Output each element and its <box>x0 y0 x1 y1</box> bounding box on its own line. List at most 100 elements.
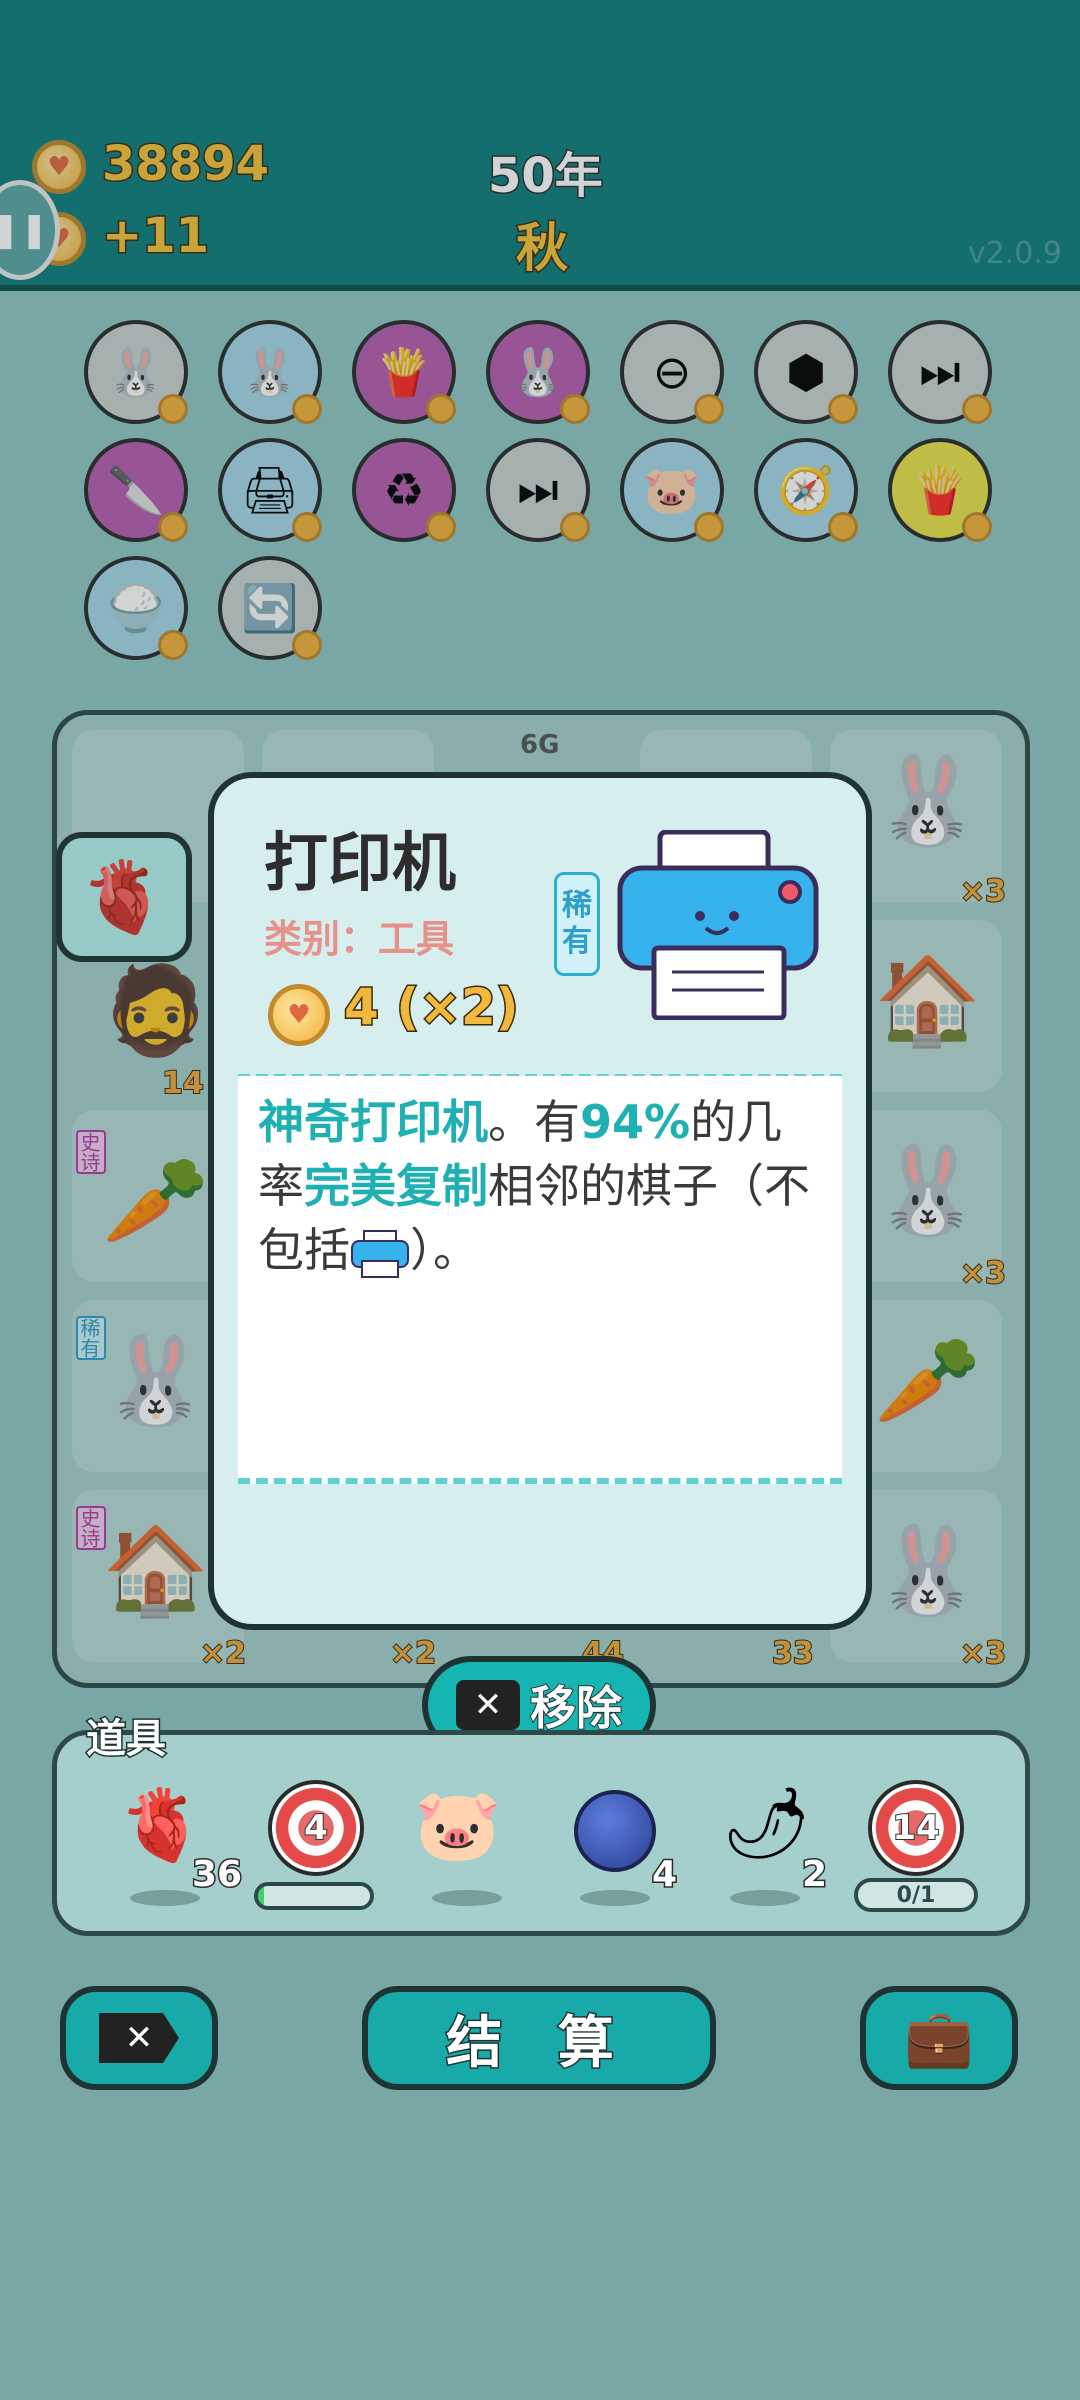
relic-slot[interactable]: 🐷 <box>620 438 724 542</box>
relic-slot[interactable]: 🍚 <box>84 556 188 660</box>
relic-slot[interactable]: 🔄 <box>218 556 322 660</box>
progress-text: 0/1 <box>896 1882 936 1908</box>
selected-liver-card[interactable]: 🫀 <box>56 832 192 962</box>
cost-coin-icon: ♥ <box>268 984 330 1046</box>
relic-slot[interactable]: ⊖ <box>620 320 724 424</box>
skip-button[interactable]: ✕ <box>60 1986 218 2090</box>
rabbit-icon: 🐰 <box>874 1141 982 1241</box>
item-shadow <box>130 1890 200 1906</box>
rarity-char: 稀 <box>562 888 592 923</box>
income-value: +11 <box>100 207 210 266</box>
coin-badge-icon <box>158 512 188 542</box>
item-count: 36 <box>190 1853 243 1897</box>
rarity-tag: 史诗 <box>76 1506 106 1550</box>
relic-slot[interactable]: ⏭ <box>486 438 590 542</box>
item-count: 2 <box>800 1853 828 1897</box>
recycle-icon: ♻ <box>383 463 425 517</box>
target-value: 4 <box>303 1807 329 1849</box>
rabbit-icon: 🐰 <box>102 1331 210 1431</box>
rabbit-icon: 🐰 <box>241 344 299 399</box>
relic-slot[interactable]: ♻ <box>352 438 456 542</box>
cell-count: 14 <box>161 1065 205 1102</box>
relic-slot[interactable]: 🐰 <box>218 320 322 424</box>
coin-badge-icon <box>426 512 456 542</box>
item-shadow <box>580 1890 650 1906</box>
relic-slot[interactable]: ⬢ <box>754 320 858 424</box>
modal-category: 类别：工具 <box>264 917 455 961</box>
coin-badge-icon <box>694 394 724 424</box>
settle-label: 结 算 <box>445 2009 632 2077</box>
year-label: 50年 <box>487 147 605 206</box>
cleaver-icon: 🔪 <box>107 462 165 517</box>
close-tag-icon: ✕ <box>99 2013 179 2063</box>
relic-slot[interactable]: 🐰 <box>486 320 590 424</box>
coin-badge-icon <box>292 630 322 660</box>
butcher-icon: 🧔 <box>102 961 210 1061</box>
progress-bar <box>254 1882 374 1910</box>
coin-badge-icon <box>828 394 858 424</box>
compass-icon: 🧭 <box>777 462 835 517</box>
rarity-badge: 稀 有 <box>554 872 600 976</box>
items-title: 道具 <box>85 1715 168 1764</box>
cell-count: ×3 <box>959 873 1007 910</box>
rabbit-icon: 🐰 <box>509 344 567 399</box>
coin-badge-icon <box>560 512 590 542</box>
pepper-icon[interactable]: 🌶 <box>722 1782 811 1865</box>
coin-badge-icon <box>426 394 456 424</box>
rarity-tag: 史诗 <box>76 1130 106 1174</box>
rarity-tag: 稀有 <box>76 1316 106 1360</box>
relic-slot[interactable]: 🧭 <box>754 438 858 542</box>
progress-pill: 0/1 <box>854 1878 978 1912</box>
desc-highlight: 完美复制 <box>304 1159 488 1213</box>
coin-badge-icon <box>292 394 322 424</box>
cell-count: ×2 <box>389 1635 437 1672</box>
coin-badge-icon <box>560 394 590 424</box>
relic-slot[interactable]: 🖨 <box>218 438 322 542</box>
cubes-icon: ⬢ <box>785 345 827 399</box>
item-shadow <box>432 1890 502 1906</box>
item-shadow <box>730 1890 800 1906</box>
rabbit-icon: 🐰 <box>874 751 982 851</box>
target-icon[interactable]: 14 <box>868 1780 964 1876</box>
coin-total: 38894 <box>101 135 271 194</box>
relic-slot[interactable]: 🔪 <box>84 438 188 542</box>
progress-fill <box>258 1886 264 1906</box>
relic-slot[interactable]: ⏭ <box>888 320 992 424</box>
cell-count: 33 <box>771 1635 815 1672</box>
cell-count: ×3 <box>959 1255 1007 1292</box>
coin-badge-icon <box>158 394 188 424</box>
briefcase-icon: 💼 <box>904 2006 974 2071</box>
coin-badge-icon <box>962 512 992 542</box>
printer-icon <box>350 1229 410 1279</box>
skip-icon: ⏭ <box>517 462 559 516</box>
printer-icon <box>614 829 824 1021</box>
close-icon: ✕ <box>456 1680 520 1730</box>
liver-icon: 🫀 <box>80 855 168 938</box>
remove-label: 移除 <box>529 1680 623 1736</box>
printer-icon: 🖨 <box>240 462 300 517</box>
settle-button[interactable]: 结 算 <box>362 1986 716 2090</box>
rarity-char: 有 <box>562 924 592 959</box>
relic-slot[interactable]: 🍟 <box>352 320 456 424</box>
coin-badge-icon <box>292 512 322 542</box>
divider <box>238 1478 842 1484</box>
cell-count: ×3 <box>959 1635 1007 1672</box>
carrot-icon: 🥕 <box>102 1151 210 1251</box>
relic-slot[interactable]: 🍟 <box>888 438 992 542</box>
desc-highlight: 神奇打印机 <box>258 1095 488 1149</box>
rabbit-icon: 🐰 <box>107 344 165 399</box>
relic-slot[interactable]: 🐰 <box>84 320 188 424</box>
blueberry-icon[interactable] <box>574 1790 656 1872</box>
rabbit-house-icon: 🏠 <box>874 951 982 1051</box>
carrot-icon: 🥕 <box>874 1331 982 1431</box>
piggy-bank-icon[interactable]: 🐷 <box>414 1784 501 1867</box>
season-label: 秋 <box>514 218 569 281</box>
item-count: 4 <box>650 1853 678 1897</box>
coin-badge-icon <box>694 512 724 542</box>
fries-icon: 🍟 <box>911 462 969 517</box>
modal-title: 打印机 <box>264 827 456 901</box>
target-icon[interactable]: 4 <box>268 1780 364 1876</box>
coin-badge-icon <box>828 512 858 542</box>
desc-text: ）。 <box>410 1223 479 1277</box>
inventory-button[interactable]: 💼 <box>860 1986 1018 2090</box>
